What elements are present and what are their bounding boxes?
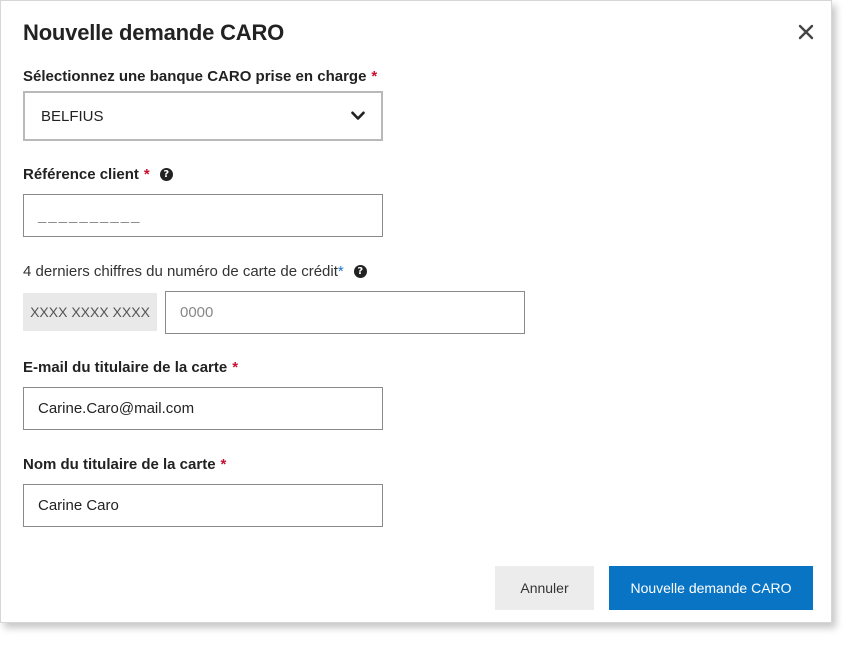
required-mark: * bbox=[232, 359, 239, 376]
bank-select-value: BELFIUS bbox=[41, 107, 104, 125]
reference-input[interactable]: __________ bbox=[23, 194, 383, 237]
cancel-button[interactable]: Annuler bbox=[495, 566, 594, 610]
email-label-text: E-mail du titulaire de la carte bbox=[23, 359, 228, 376]
chevron-down-icon bbox=[351, 111, 365, 120]
card-prefix: XXXX XXXX XXXX bbox=[23, 293, 157, 331]
email-field[interactable]: Carine.Caro@mail.com bbox=[23, 387, 383, 430]
caro-request-dialog: Nouvelle demande CARO Sélectionnez une b… bbox=[0, 0, 832, 623]
holder-name-label: Nom du titulaire de la carte * bbox=[23, 456, 226, 473]
required-mark: * bbox=[371, 68, 378, 85]
submit-button[interactable]: Nouvelle demande CARO bbox=[609, 566, 813, 610]
card-digits-label-text: 4 derniers chiffres du numéro de carte d… bbox=[23, 263, 338, 280]
close-button[interactable] bbox=[795, 21, 817, 43]
required-mark: * bbox=[220, 456, 227, 473]
bank-label: Sélectionnez une banque CARO prise en ch… bbox=[23, 68, 377, 85]
dialog-title: Nouvelle demande CARO bbox=[23, 20, 285, 45]
required-mark: * bbox=[337, 263, 344, 280]
close-icon bbox=[798, 24, 814, 40]
reference-label-text: Référence client bbox=[23, 166, 139, 183]
bank-select[interactable]: BELFIUS bbox=[23, 91, 383, 141]
required-mark: * bbox=[143, 166, 150, 183]
bank-label-text: Sélectionnez une banque CARO prise en ch… bbox=[23, 68, 367, 85]
holder-name-field[interactable]: Carine Caro bbox=[23, 484, 383, 527]
email-label: E-mail du titulaire de la carte * bbox=[23, 359, 238, 376]
card-digits-input[interactable]: 0000 bbox=[165, 291, 525, 334]
help-icon[interactable]: ? bbox=[159, 168, 173, 181]
reference-label: Référence client * ? bbox=[23, 166, 173, 183]
help-icon[interactable]: ? bbox=[353, 265, 367, 278]
card-digits-label: 4 derniers chiffres du numéro de carte d… bbox=[23, 263, 367, 280]
holder-name-label-text: Nom du titulaire de la carte bbox=[23, 456, 216, 473]
